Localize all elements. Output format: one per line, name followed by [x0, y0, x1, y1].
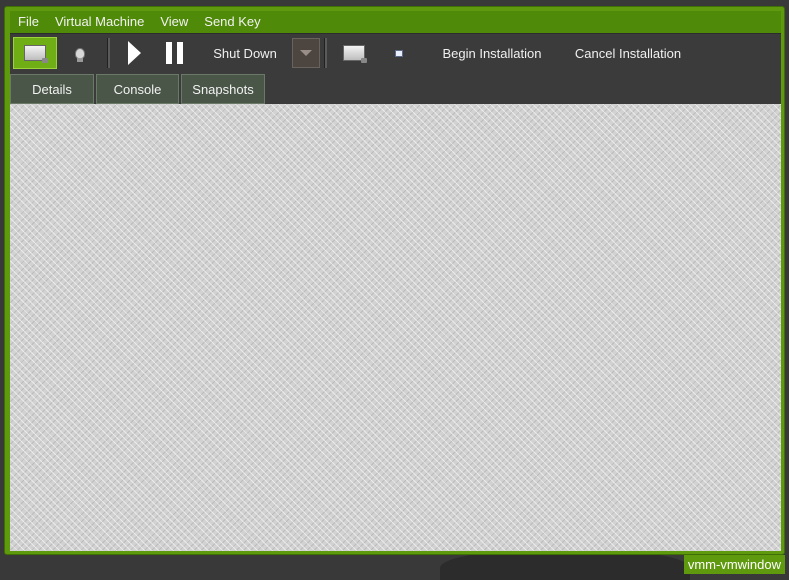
- begin-installation-button[interactable]: Begin Installation: [427, 37, 557, 69]
- tab-snapshots[interactable]: Snapshots: [181, 74, 265, 104]
- menu-file[interactable]: File: [10, 11, 47, 33]
- menu-view[interactable]: View: [152, 11, 196, 33]
- view-tabs: Details Console Snapshots: [10, 72, 781, 104]
- play-icon: [127, 41, 141, 65]
- vm-window: File Virtual Machine View Send Key Shut …: [4, 6, 785, 555]
- shutdown-dropdown-button[interactable]: [292, 38, 320, 68]
- run-button[interactable]: [114, 37, 154, 69]
- monitor-icon: [24, 45, 48, 63]
- screenshot-icon: [343, 45, 367, 63]
- details-view-button[interactable]: [57, 37, 103, 69]
- console-display[interactable]: [10, 104, 781, 551]
- menu-send-key[interactable]: Send Key: [196, 11, 268, 33]
- window-class-label: vmm-vmwindow: [683, 555, 785, 574]
- shutdown-button[interactable]: Shut Down: [202, 37, 288, 69]
- small-action-button[interactable]: [379, 37, 419, 69]
- console-view-button[interactable]: [13, 37, 57, 69]
- small-icon: [395, 49, 403, 57]
- fullscreen-button[interactable]: [331, 37, 377, 69]
- tab-console[interactable]: Console: [96, 74, 179, 104]
- toolbar-separator: [324, 38, 327, 68]
- chevron-down-icon: [300, 50, 312, 56]
- bulb-icon: [75, 47, 85, 62]
- pause-button[interactable]: [154, 37, 194, 69]
- tab-details[interactable]: Details: [10, 74, 94, 104]
- toolbar: Shut Down Begin Installation Cancel Inst…: [10, 33, 781, 72]
- pause-icon: [165, 42, 183, 64]
- menu-virtual-machine[interactable]: Virtual Machine: [47, 11, 152, 33]
- toolbar-separator: [107, 38, 110, 68]
- cancel-installation-button[interactable]: Cancel Installation: [563, 37, 693, 69]
- menubar: File Virtual Machine View Send Key: [10, 11, 781, 33]
